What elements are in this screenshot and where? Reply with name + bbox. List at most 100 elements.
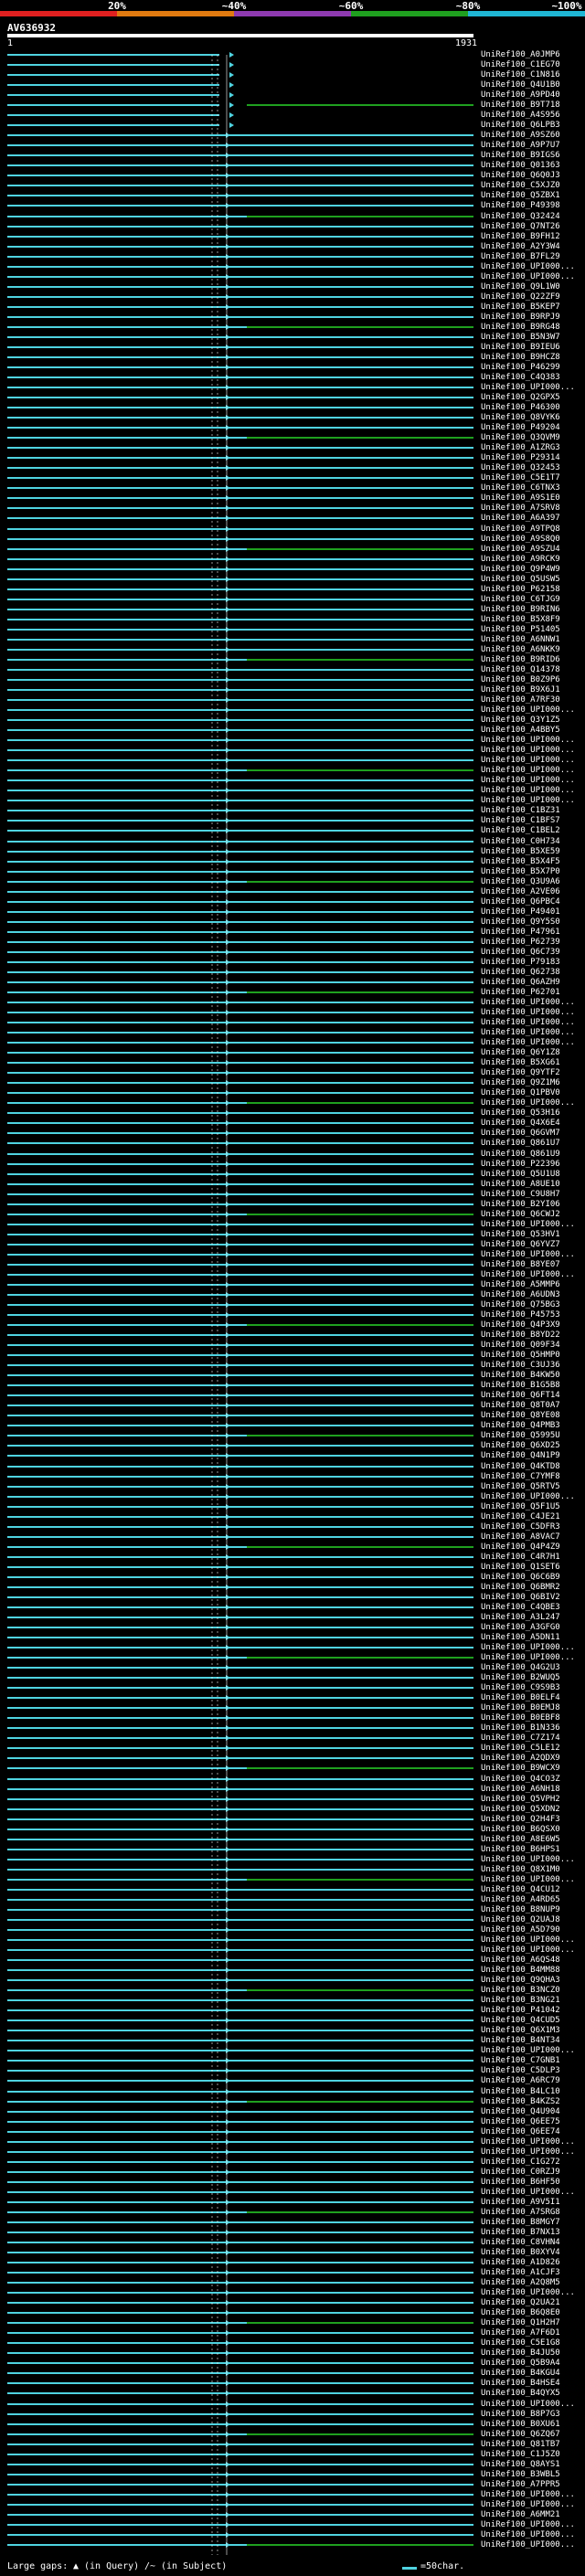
hit-name[interactable]: UniRef100_C6TJG9	[481, 595, 585, 604]
hit-name[interactable]: UniRef100_C4Q383	[481, 373, 585, 382]
hit-name[interactable]: UniRef100_UPI000...	[481, 1875, 585, 1884]
hit-name[interactable]: UniRef100_P62739	[481, 938, 585, 947]
hit-name[interactable]: UniRef100_C5DLP3	[481, 2066, 585, 2075]
hit-name[interactable]: UniRef100_A7F6D1	[481, 2328, 585, 2337]
hit-name[interactable]: UniRef100_UPI000...	[481, 2288, 585, 2297]
hit-name[interactable]: UniRef100_UPI000...	[481, 796, 585, 805]
hit-name[interactable]: UniRef100_Q5HMP0	[481, 1351, 585, 1360]
hit-name[interactable]: UniRef100_A7RF30	[481, 695, 585, 705]
hit-name[interactable]: UniRef100_A6QS48	[481, 1956, 585, 1965]
hit-name[interactable]: UniRef100_Q5RTV5	[481, 1482, 585, 1491]
hit-name[interactable]: UniRef100_Q6BMR2	[481, 1583, 585, 1592]
hit-name[interactable]: UniRef100_B6QSX0	[481, 1825, 585, 1834]
hit-name[interactable]: UniRef100_UPI000...	[481, 998, 585, 1007]
hit-name[interactable]: UniRef100_B4JU50	[481, 2348, 585, 2358]
hit-name[interactable]: UniRef100_Q4X6E4	[481, 1118, 585, 1128]
hit-name[interactable]: UniRef100_Q5B9A4	[481, 2359, 585, 2368]
hit-name[interactable]: UniRef100_A2QDX9	[481, 1754, 585, 1763]
hit-name[interactable]: UniRef100_UPI000...	[481, 756, 585, 765]
hit-name[interactable]: UniRef100_B4KGU4	[481, 2369, 585, 2378]
hit-name[interactable]: UniRef100_P62701	[481, 988, 585, 997]
hit-name[interactable]: UniRef100_A7PPR5	[481, 2480, 585, 2489]
hit-name[interactable]: UniRef100_A9S8Q0	[481, 535, 585, 544]
hit-name[interactable]: UniRef100_P46300	[481, 403, 585, 412]
hit-name[interactable]: UniRef100_B7FL29	[481, 252, 585, 261]
hit-name[interactable]: UniRef100_A8VAC7	[481, 1532, 585, 1542]
hit-name[interactable]: UniRef100_Q861U9	[481, 1150, 585, 1159]
hit-name[interactable]: UniRef100_C7Z174	[481, 1733, 585, 1743]
hit-name[interactable]: UniRef100_Q6ZQ67	[481, 2430, 585, 2439]
hit-name[interactable]: UniRef100_Q6EE74	[481, 2127, 585, 2136]
hit-name[interactable]: UniRef100_B3WBL5	[481, 2470, 585, 2479]
hit-name[interactable]: UniRef100_A6A397	[481, 514, 585, 523]
hit-name[interactable]: UniRef100_A1CJF3	[481, 2268, 585, 2277]
hit-name[interactable]: UniRef100_Q6X1M3	[481, 2026, 585, 2035]
hit-name[interactable]: UniRef100_A4S956	[481, 111, 585, 120]
hit-name[interactable]: UniRef100_B4KZS2	[481, 2097, 585, 2106]
hit-name[interactable]: UniRef100_P51405	[481, 625, 585, 634]
hit-name[interactable]: UniRef100_A9RCK9	[481, 555, 585, 564]
hit-name[interactable]: UniRef100_UPI000...	[481, 2530, 585, 2539]
hit-name[interactable]: UniRef100_C9S9B3	[481, 1683, 585, 1692]
hit-name[interactable]: UniRef100_B7NX13	[481, 2228, 585, 2237]
hit-name[interactable]: UniRef100_Q4KTD8	[481, 1462, 585, 1471]
hit-name[interactable]: UniRef100_Q4CO3Z	[481, 1775, 585, 1784]
hit-name[interactable]: UniRef100_UPI000...	[481, 2400, 585, 2409]
hit-name[interactable]: UniRef100_UPI000...	[481, 2147, 585, 2157]
hit-name[interactable]: UniRef100_Q8AYS1	[481, 2460, 585, 2469]
hit-name[interactable]: UniRef100_B2WUQ5	[481, 1673, 585, 1682]
hit-name[interactable]: UniRef100_Q8VYK6	[481, 413, 585, 422]
hit-name[interactable]: UniRef100_B2YI06	[481, 1200, 585, 1209]
hit-name[interactable]: UniRef100_A3GFG0	[481, 1623, 585, 1632]
hit-name[interactable]: UniRef100_B8MGY7	[481, 2218, 585, 2227]
hit-name[interactable]: UniRef100_B0XU61	[481, 2420, 585, 2429]
hit-name[interactable]: UniRef100_Q6C6B9	[481, 1573, 585, 1582]
hit-name[interactable]: UniRef100_Q4P4Z9	[481, 1542, 585, 1552]
hit-name[interactable]: UniRef100_A9SZU4	[481, 545, 585, 554]
hit-name[interactable]: UniRef100_B4MM88	[481, 1966, 585, 1975]
hit-name[interactable]: UniRef100_A4RD65	[481, 1895, 585, 1904]
hit-name[interactable]: UniRef100_P22396	[481, 1160, 585, 1169]
hit-name[interactable]: UniRef100_Q6YVZ7	[481, 1240, 585, 1249]
hit-name[interactable]: UniRef100_UPI000...	[481, 776, 585, 785]
hit-name[interactable]: UniRef100_P46299	[481, 363, 585, 372]
hit-name[interactable]: UniRef100_Q9P4W9	[481, 565, 585, 574]
hit-name[interactable]: UniRef100_A9V5I1	[481, 2198, 585, 2207]
hit-name[interactable]: UniRef100_A8UE10	[481, 1180, 585, 1189]
hit-name[interactable]: UniRef100_Q6Q0J3	[481, 171, 585, 180]
hit-name[interactable]: UniRef100_B5X4F5	[481, 857, 585, 866]
hit-name[interactable]: UniRef100_UPI000...	[481, 272, 585, 281]
hit-name[interactable]: UniRef100_C9U8H7	[481, 1190, 585, 1199]
hit-name[interactable]: UniRef100_A7SRV8	[481, 504, 585, 513]
hit-name[interactable]: UniRef100_UPI000...	[481, 383, 585, 392]
hit-name[interactable]: UniRef100_B9IGS6	[481, 151, 585, 160]
hit-name[interactable]: UniRef100_Q6BIV2	[481, 1593, 585, 1602]
hit-name[interactable]: UniRef100_UPI000...	[481, 1945, 585, 1955]
hit-name[interactable]: UniRef100_Q861U7	[481, 1139, 585, 1148]
hit-name[interactable]: UniRef100_UPI000...	[481, 1643, 585, 1652]
hit-name[interactable]: UniRef100_Q81TB7	[481, 2440, 585, 2449]
hit-name[interactable]: UniRef100_A3L247	[481, 1613, 585, 1622]
hit-name[interactable]: UniRef100_B0EBF8	[481, 1713, 585, 1723]
hit-name[interactable]: UniRef100_B8YD22	[481, 1330, 585, 1340]
hit-name[interactable]: UniRef100_B8NUP9	[481, 1905, 585, 1914]
hit-name[interactable]: UniRef100_UPI000...	[481, 262, 585, 271]
hit-name[interactable]: UniRef100_Q5995U	[481, 1431, 585, 1440]
hit-name[interactable]: UniRef100_UPI000...	[481, 1250, 585, 1259]
hit-name[interactable]: UniRef100_C1BFS7	[481, 816, 585, 825]
hit-name[interactable]: UniRef100_Q2H4F3	[481, 1815, 585, 1824]
hit-name[interactable]: UniRef100_B9FH12	[481, 232, 585, 241]
hit-name[interactable]: UniRef100_B9WCX9	[481, 1764, 585, 1773]
hit-name[interactable]: UniRef100_B6Q8E0	[481, 2308, 585, 2317]
hit-name[interactable]: UniRef100_Q14378	[481, 665, 585, 674]
hit-name[interactable]: UniRef100_C7YMF8	[481, 1472, 585, 1481]
hit-name[interactable]: UniRef100_Q1SET6	[481, 1563, 585, 1572]
hit-name[interactable]: UniRef100_Q4G2U3	[481, 1663, 585, 1672]
hit-name[interactable]: UniRef100_Q53HV1	[481, 1230, 585, 1239]
hit-name[interactable]: UniRef100_P29314	[481, 453, 585, 462]
hit-name[interactable]: UniRef100_Q5XDN2	[481, 1805, 585, 1814]
hit-name[interactable]: UniRef100_UPI000...	[481, 786, 585, 795]
hit-name[interactable]: UniRef100_C5DFR3	[481, 1522, 585, 1532]
hit-name[interactable]: UniRef100_A8E6W5	[481, 1835, 585, 1844]
hit-name[interactable]: UniRef100_C5XJZ0	[481, 181, 585, 190]
